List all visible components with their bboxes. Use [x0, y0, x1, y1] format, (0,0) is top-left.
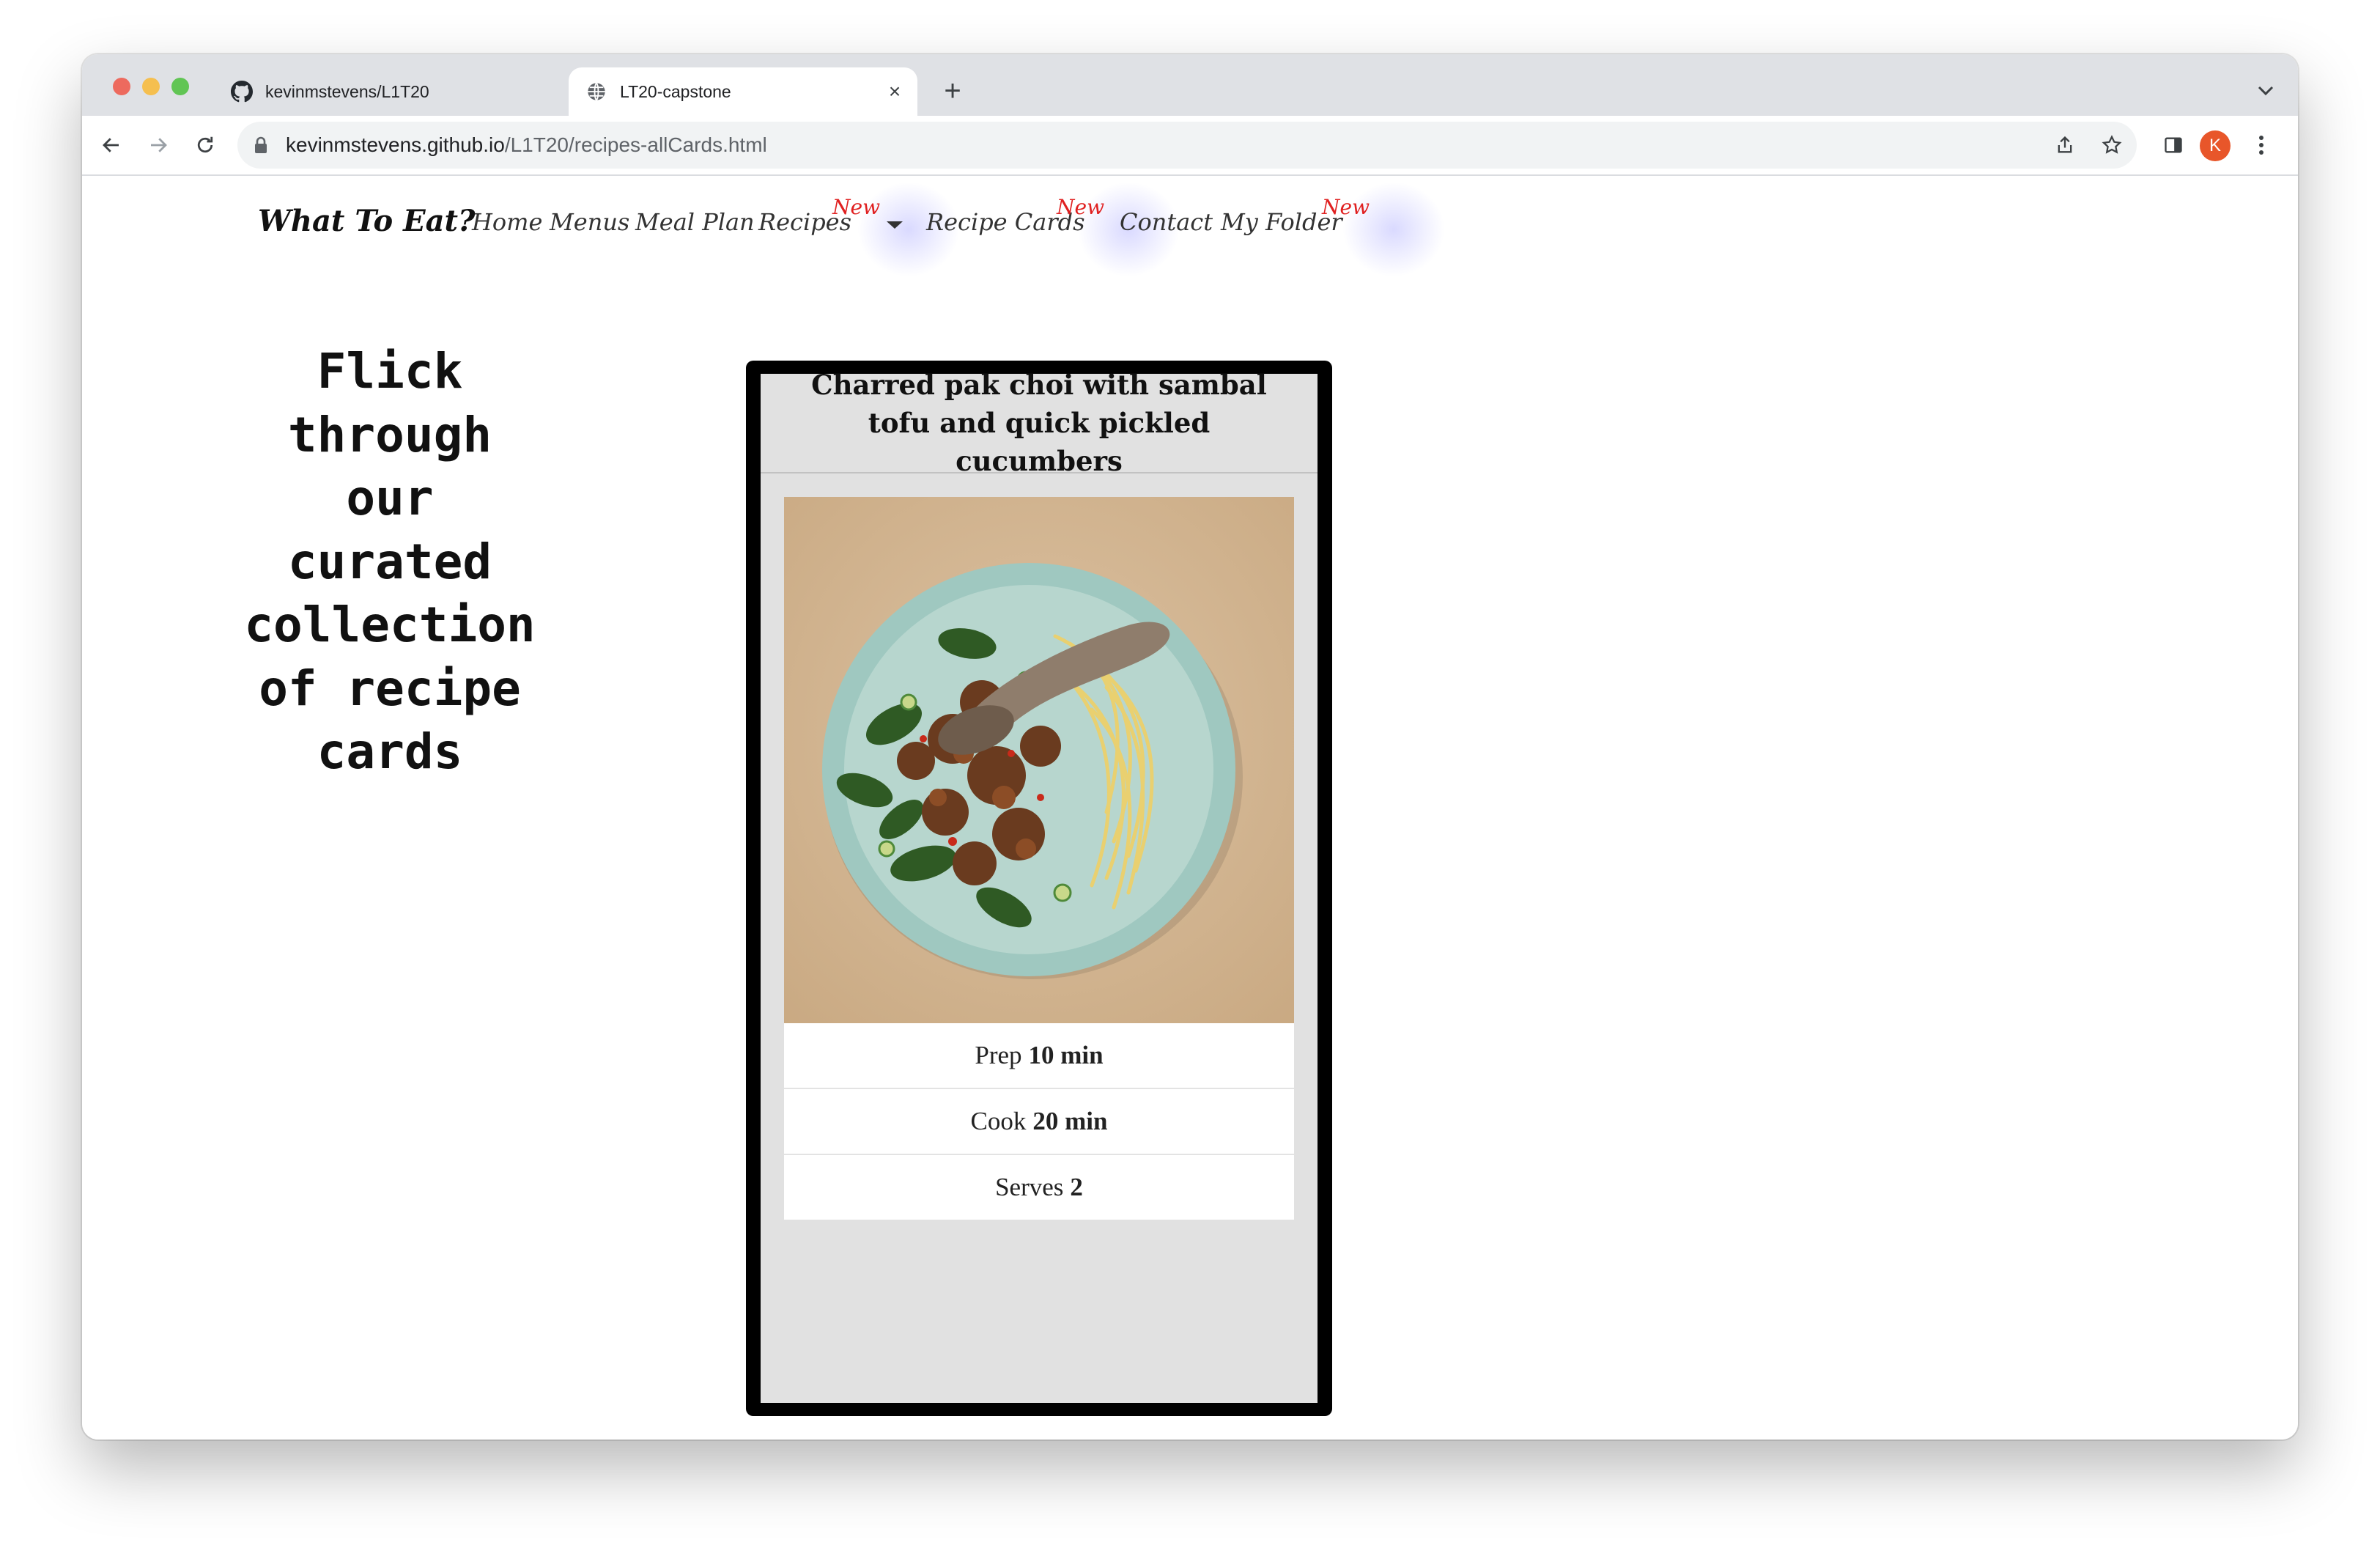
lock-icon[interactable]: [254, 136, 268, 158]
page-content: What To Eat? Home Menus Meal Plan Recipe…: [82, 176, 2298, 1440]
stat-value: 20 min: [1032, 1107, 1108, 1135]
share-icon[interactable]: [2052, 132, 2078, 158]
new-badge: New: [1057, 195, 1105, 219]
bookmark-star-icon[interactable]: [2099, 132, 2125, 158]
site-brand-logo[interactable]: What To Eat?: [258, 204, 475, 238]
recipe-card-frame[interactable]: Charred pak choi with sambal tofu and qu…: [746, 361, 1332, 1416]
url-path: /L1T20/recipes-allCards.html: [504, 133, 767, 156]
stat-label: Prep: [975, 1041, 1022, 1069]
more-menu-icon[interactable]: [2244, 128, 2279, 163]
browser-window: kevinmstevens/L1T20 × LT20-capstone × +: [82, 54, 2298, 1440]
stat-value: 2: [1070, 1173, 1083, 1201]
close-tab-icon[interactable]: ×: [884, 80, 906, 103]
site-navbar: What To Eat? Home Menus Meal Plan Recipe…: [82, 176, 2298, 277]
tab-strip: kevinmstevens/L1T20 × LT20-capstone × +: [82, 54, 2298, 116]
recipe-photo: [784, 497, 1294, 1023]
github-icon: [230, 80, 254, 103]
globe-icon: [585, 80, 608, 103]
tab-lt20-capstone[interactable]: LT20-capstone ×: [569, 67, 917, 116]
side-panel-icon[interactable]: [2156, 128, 2191, 163]
reload-icon[interactable]: [188, 128, 223, 163]
nav-contact[interactable]: Contact: [1120, 208, 1213, 236]
address-bar[interactable]: kevinmstevens.github.io/L1T20/recipes-al…: [237, 122, 2137, 169]
tab-title: LT20-capstone: [620, 81, 731, 101]
close-window-button[interactable]: [113, 78, 130, 95]
nav-menus[interactable]: Menus: [550, 208, 629, 236]
profile-avatar[interactable]: K: [2200, 130, 2231, 161]
nav-home[interactable]: Home: [472, 208, 542, 236]
stat-label: Cook: [970, 1107, 1027, 1135]
recipe-card[interactable]: Charred pak choi with sambal tofu and qu…: [761, 369, 1318, 1403]
stat-label: Serves: [995, 1173, 1064, 1201]
recipe-title: Charred pak choi with sambal tofu and qu…: [761, 369, 1318, 477]
stat-cook: Cook 20 min: [784, 1088, 1294, 1154]
zoom-window-button[interactable]: [171, 78, 189, 95]
nav-meal-plan[interactable]: Meal Plan: [635, 208, 755, 236]
new-badge: New: [1322, 195, 1370, 219]
dropdown-caret-icon[interactable]: [885, 220, 904, 234]
stat-prep: Prep 10 min: [784, 1023, 1294, 1088]
recipe-stats: Prep 10 min Cook 20 min Serves 2: [784, 1023, 1294, 1220]
url-text: kevinmstevens.github.io/L1T20/recipes-al…: [286, 122, 767, 169]
minimize-window-button[interactable]: [142, 78, 160, 95]
stat-value: 10 min: [1028, 1041, 1104, 1069]
stat-serves: Serves 2: [784, 1154, 1294, 1220]
forward-arrow-icon[interactable]: [141, 128, 176, 163]
browser-toolbar: kevinmstevens.github.io/L1T20/recipes-al…: [82, 116, 2298, 176]
new-badge: New: [832, 195, 881, 219]
tab-title: kevinmstevens/L1T20: [265, 81, 429, 101]
page-heading: Flick through our curated collection of …: [244, 343, 536, 781]
back-arrow-icon[interactable]: [94, 128, 129, 163]
tab-search-chevron-icon[interactable]: [2250, 75, 2282, 107]
url-host: kevinmstevens.github.io: [286, 133, 505, 156]
new-tab-plus-icon[interactable]: +: [936, 75, 969, 107]
